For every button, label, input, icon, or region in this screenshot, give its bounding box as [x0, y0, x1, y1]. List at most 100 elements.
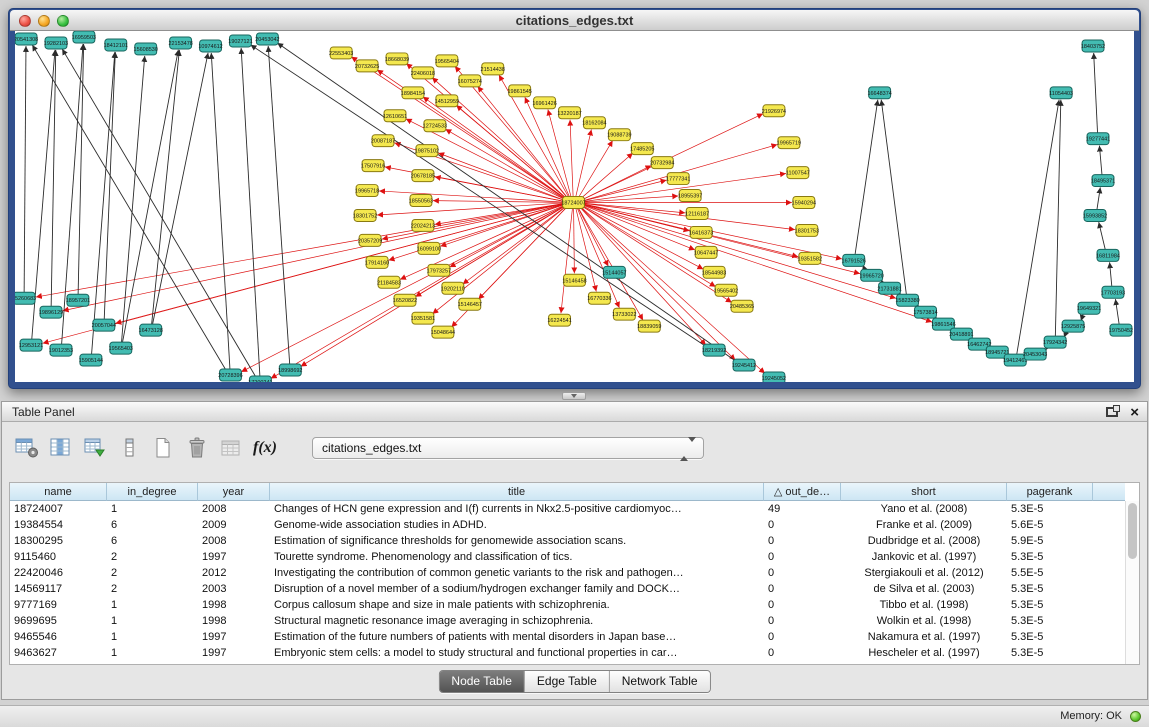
merge-table-icon[interactable] — [216, 433, 246, 463]
table-row[interactable]: 1872400712008Changes of HCN gene express… — [10, 501, 1139, 517]
tab-edge-table[interactable]: Edge Table — [525, 671, 610, 692]
graph-node[interactable]: 16791526 — [842, 254, 866, 266]
graph-node[interactable]: 12953121 — [19, 339, 43, 351]
graph-node[interactable]: 18839059 — [637, 320, 661, 332]
graph-node[interactable]: 20732984 — [650, 157, 674, 169]
graph-node[interactable]: 19565402 — [714, 284, 738, 296]
graph-node[interactable]: 16416373 — [689, 226, 713, 238]
graph-node[interactable]: 16959503 — [72, 31, 96, 43]
table-row[interactable]: 969969511998Structural magnetic resonanc… — [10, 613, 1139, 629]
graph-node[interactable]: 19649321 — [1077, 302, 1101, 314]
graph-node[interactable]: 19861545 — [507, 85, 531, 97]
graph-node[interactable]: 18162084 — [582, 117, 606, 129]
graph-node[interactable]: 20732625 — [355, 60, 379, 72]
table-row[interactable]: 1938455462009Genome-wide association stu… — [10, 517, 1139, 533]
graph-node[interactable]: 17914160 — [365, 256, 389, 268]
graph-node[interactable]: 16099100 — [417, 242, 441, 254]
table-row[interactable]: 946554611997Estimation of the future num… — [10, 629, 1139, 645]
graph-node[interactable]: 17200241 — [248, 376, 272, 382]
graph-node[interactable]: 22024213 — [411, 219, 435, 231]
graph-node[interactable]: 16811984 — [1096, 249, 1120, 261]
graph-node[interactable]: 16075274 — [458, 75, 482, 87]
graph-node[interactable]: 15608530 — [134, 43, 158, 55]
graph-node[interactable]: 22153478 — [168, 37, 192, 49]
graph-node[interactable]: 20453042 — [255, 33, 279, 45]
graph-node[interactable]: 18301752 — [353, 209, 377, 221]
graph-node[interactable]: 19965718 — [355, 185, 379, 197]
graph-node[interactable]: 18403752 — [1081, 40, 1105, 52]
graph-node[interactable]: 15048644 — [431, 326, 455, 338]
graph-node[interactable]: 19245412 — [732, 359, 756, 371]
graph-node[interactable]: 18219392 — [702, 344, 726, 356]
column-icon[interactable] — [114, 433, 144, 463]
panel-divider-handle[interactable] — [562, 392, 586, 400]
graph-node[interactable]: 17507916 — [361, 160, 385, 172]
graph-node[interactable]: 18668039 — [385, 53, 409, 65]
new-table-icon[interactable] — [148, 433, 178, 463]
column-header-3[interactable]: title — [270, 483, 764, 501]
graph-node[interactable]: 15146457 — [458, 298, 482, 310]
graph-node[interactable]: 16648374 — [867, 87, 891, 99]
graph-node[interactable]: 20453043 — [1023, 348, 1047, 360]
graph-node[interactable]: 13220187 — [557, 107, 581, 119]
graph-node[interactable]: 19282103 — [44, 37, 68, 49]
graph-node[interactable]: 19245052 — [762, 372, 786, 382]
float-panel-icon[interactable] — [1106, 407, 1118, 417]
graph-node[interactable]: 20728396 — [218, 369, 242, 381]
graph-node[interactable]: 18412101 — [104, 39, 128, 51]
graph-node[interactable]: 20485365 — [730, 300, 754, 312]
graph-node[interactable]: 15940294 — [792, 197, 816, 209]
graph-node[interactable]: 21514438 — [481, 63, 505, 75]
graph-node[interactable]: 18957201 — [66, 294, 90, 306]
graph-node[interactable]: 19088739 — [607, 129, 631, 141]
graph-node[interactable]: 18544983 — [702, 266, 726, 278]
graph-node[interactable]: 21184583 — [377, 276, 401, 288]
graph-node[interactable]: 12116187 — [685, 207, 709, 219]
graph-node[interactable]: 12724533 — [423, 120, 447, 132]
graph-node[interactable]: 19351582 — [798, 252, 822, 264]
graph-node[interactable]: 18998692 — [278, 364, 302, 376]
table-row[interactable]: 1830029562008Estimation of significance … — [10, 533, 1139, 549]
graph-node[interactable]: 19965719 — [777, 137, 801, 149]
graph-node[interactable]: 18301753 — [795, 224, 819, 236]
graph-node[interactable]: 17973257 — [427, 264, 451, 276]
graph-node[interactable]: 19565403 — [109, 342, 133, 354]
column-header-2[interactable]: year — [198, 483, 270, 501]
graph-node[interactable]: 15823380 — [895, 294, 919, 306]
graph-node[interactable]: 12610651 — [383, 110, 407, 122]
column-header-1[interactable]: in_degree — [107, 483, 198, 501]
graph-node[interactable]: 16961426 — [532, 97, 556, 109]
table-row[interactable]: 977716911998Corpus callosum shape and si… — [10, 597, 1139, 613]
tab-network-table[interactable]: Network Table — [610, 671, 710, 692]
column-header-6[interactable]: pagerank — [1007, 483, 1093, 501]
graph-node[interactable]: 19202110 — [441, 282, 465, 294]
graph-node[interactable]: 19565404 — [435, 55, 459, 67]
graph-node[interactable]: 15905144 — [79, 354, 103, 366]
graph-node[interactable]: 17777341 — [666, 173, 690, 185]
graph-node[interactable]: 10647447 — [694, 246, 718, 258]
network-canvas[interactable]: 1872400722553403207326251866803922406018… — [15, 31, 1134, 382]
graph-node[interactable]: 21731881 — [877, 282, 901, 294]
function-builder-icon[interactable]: f(x) — [250, 433, 280, 463]
graph-node[interactable]: 22553403 — [329, 47, 353, 59]
tab-node-table[interactable]: Node Table — [439, 671, 525, 692]
graph-node[interactable]: 19875102 — [415, 145, 439, 157]
graph-node[interactable]: 20057044 — [92, 319, 116, 331]
graph-node[interactable]: 18984154 — [401, 87, 425, 99]
graph-node[interactable]: 16224541 — [547, 314, 571, 326]
graph-node[interactable]: 15144057 — [602, 266, 626, 278]
network-table-select[interactable]: citations_edges.txt — [312, 437, 704, 459]
close-panel-icon[interactable]: × — [1130, 405, 1139, 420]
graph-node[interactable]: 17573814 — [913, 306, 937, 318]
graph-node[interactable]: 14512959 — [435, 95, 459, 107]
graph-node[interactable]: 10974612 — [198, 40, 222, 52]
table-row[interactable]: 911546021997Tourette syndrome. Phenomeno… — [10, 549, 1139, 565]
graph-node[interactable]: 19965720 — [859, 269, 883, 281]
table-settings-icon[interactable] — [12, 433, 42, 463]
zoom-window-button[interactable] — [57, 15, 69, 27]
graph-node[interactable]: 18495371 — [1091, 175, 1115, 187]
minimize-window-button[interactable] — [38, 15, 50, 27]
graph-node[interactable]: 19896129 — [39, 306, 63, 318]
graph-node[interactable]: 15146458 — [562, 274, 586, 286]
graph-node[interactable]: 11007547 — [786, 167, 810, 179]
